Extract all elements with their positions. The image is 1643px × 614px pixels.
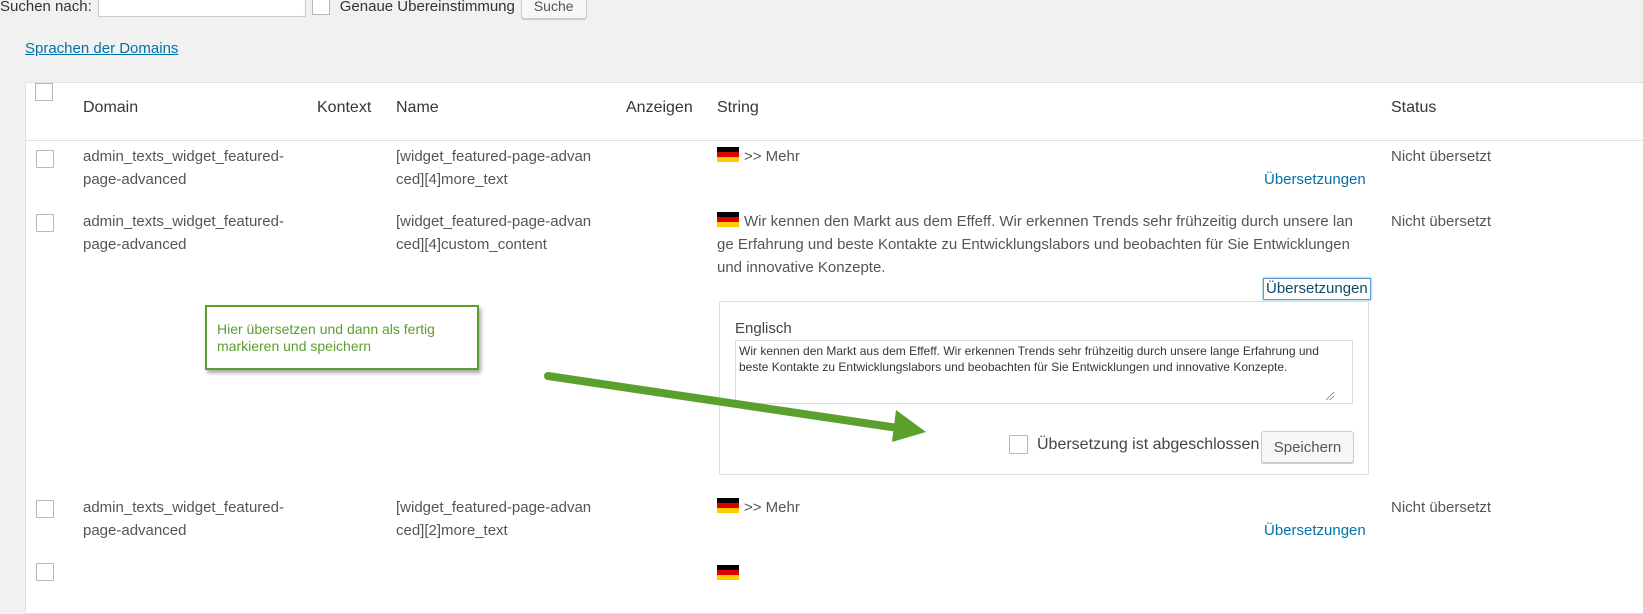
row-domain-line1: admin_texts_widget_featured- (83, 148, 284, 165)
row-domain-line1: admin_texts_widget_featured- (83, 499, 284, 516)
annotation-callout: Hier übersetzen und dann als fertig mark… (205, 305, 479, 370)
row-string-line1: >> Mehr (744, 499, 800, 516)
translations-link[interactable]: Übersetzungen (1264, 522, 1366, 539)
translations-link[interactable]: Übersetzungen (1264, 171, 1366, 188)
row-name-line1: [widget_featured-page-advan (396, 499, 592, 516)
row-string-line1: Wir kennen den Markt aus dem Effeff. Wir… (744, 213, 1353, 230)
row-string-line3: und innovative Konzepte. (717, 259, 886, 276)
status-text: Nicht übersetzt (1391, 499, 1492, 516)
translation-editor: Englisch Wir kennen den Markt aus dem Ef… (719, 301, 1369, 475)
table-header: Domain Kontext Name Anzeigen String Stat… (26, 83, 1643, 141)
german-flag-icon (717, 565, 739, 580)
search-bar: Suchen nach: Genaue Übereinstimmung Such… (0, 0, 587, 19)
translation-done-checkbox[interactable] (1009, 435, 1028, 454)
header-view[interactable]: Anzeigen (626, 99, 693, 117)
callout-line1: Hier übersetzen und dann als fertig (217, 321, 435, 337)
resize-grip-icon[interactable] (1326, 392, 1334, 400)
translation-textarea[interactable]: Wir kennen den Markt aus dem Effeff. Wir… (735, 340, 1353, 404)
row-name-line2: ced][4]custom_content (396, 236, 547, 253)
header-domain[interactable]: Domain (83, 99, 138, 117)
row-name-line2: ced][2]more_text (396, 522, 508, 539)
row-domain-line1: admin_texts_widget_featured- (83, 213, 284, 230)
row-string-line2: ge Erfahrung und beste Kontakte zu Entwi… (717, 236, 1350, 253)
row-string: >> Mehr (717, 145, 800, 169)
row-string-line1-wrap: Wir kennen den Markt aus dem Effeff. Wir… (717, 210, 1353, 234)
german-flag-icon (717, 498, 739, 513)
german-flag-icon (717, 147, 739, 162)
translations-link-active[interactable]: Übersetzungen (1263, 278, 1371, 300)
translation-done-label: Übersetzung ist abgeschlossen (1037, 436, 1260, 453)
header-string[interactable]: String (717, 99, 759, 117)
german-flag-icon (717, 212, 739, 227)
header-status[interactable]: Status (1391, 99, 1436, 117)
row-string: >> Mehr (717, 496, 800, 520)
row-name-line1: [widget_featured-page-advan (396, 213, 592, 230)
row-checkbox[interactable] (36, 563, 54, 581)
search-input[interactable] (97, 0, 306, 17)
row-domain-line2: page-advanced (83, 236, 187, 253)
save-button[interactable]: Speichern (1261, 431, 1354, 463)
row-name-line1: [widget_featured-page-advan (396, 148, 592, 165)
row-checkbox[interactable] (36, 150, 54, 168)
search-button[interactable]: Suche (520, 0, 587, 19)
callout-line2: markieren und speichern (217, 338, 372, 354)
row-domain-line2: page-advanced (83, 171, 187, 188)
search-label: Suchen nach: (0, 0, 92, 15)
domain-languages-link[interactable]: Sprachen der Domains (25, 40, 178, 57)
exact-match-checkbox[interactable] (311, 0, 330, 15)
row-name-line2: ced][4]more_text (396, 171, 508, 188)
select-all-checkbox[interactable] (35, 83, 53, 101)
row-checkbox[interactable] (36, 214, 54, 232)
status-text: Nicht übersetzt (1391, 213, 1492, 230)
header-name[interactable]: Name (396, 99, 439, 117)
row-checkbox[interactable] (36, 500, 54, 518)
status-text: Nicht übersetzt (1391, 148, 1492, 165)
header-context[interactable]: Kontext (317, 99, 371, 117)
exact-match-label: Genaue Übereinstimmung (339, 0, 515, 15)
editor-language-label: Englisch (735, 320, 792, 337)
row-string-line1: >> Mehr (744, 148, 800, 165)
row-domain-line2: page-advanced (83, 522, 187, 539)
